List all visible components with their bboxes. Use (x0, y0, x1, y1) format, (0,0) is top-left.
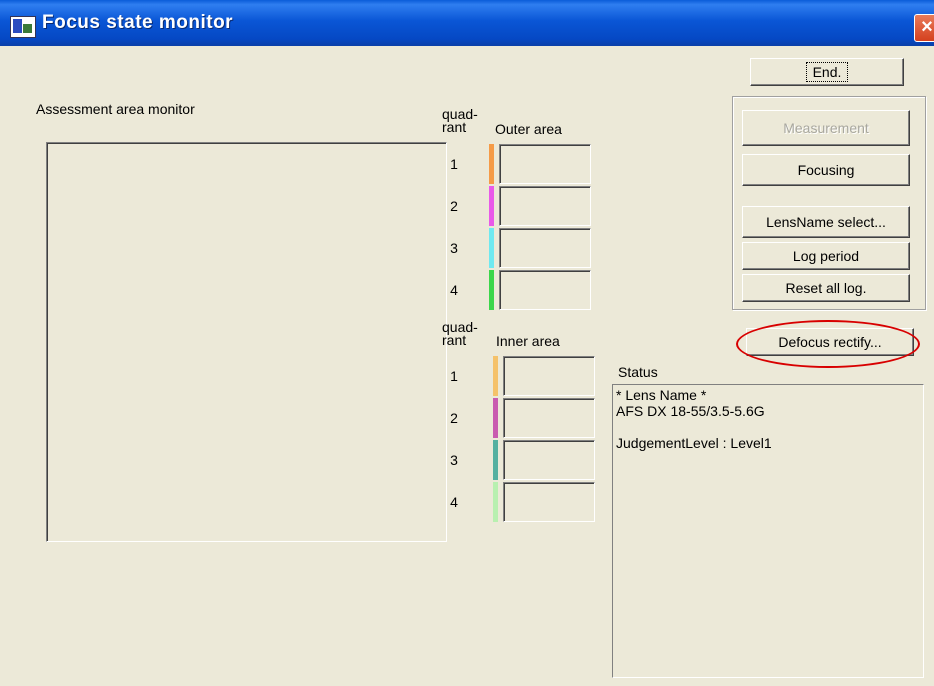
inner-quadrant-color-swatch (493, 356, 498, 396)
outer-quadrant-number: 1 (450, 156, 458, 172)
outer-quadrant-color-swatch (489, 144, 494, 184)
close-button[interactable]: × (914, 14, 934, 42)
log-period-button[interactable]: Log period (742, 242, 910, 270)
lensname-select-button[interactable]: LensName select... (742, 206, 910, 238)
inner-quadrant-number: 4 (450, 494, 458, 510)
status-label: Status (618, 364, 658, 380)
reset-all-log-button[interactable]: Reset all log. (742, 274, 910, 302)
inner-quadrant-header: quad-rant (442, 319, 478, 348)
inner-quadrant-value-box (503, 398, 595, 438)
title-bar: Focus state monitor × (0, 0, 934, 46)
window-title: Focus state monitor (42, 12, 234, 33)
outer-quadrant-number: 2 (450, 198, 458, 214)
outer-area-label: Outer area (495, 121, 562, 137)
outer-quadrant-value-box (499, 186, 591, 226)
inner-quadrant-color-swatch (493, 482, 498, 522)
inner-quadrant-color-swatch (493, 440, 498, 480)
app-icon (10, 16, 36, 38)
outer-quadrant-value-box (499, 228, 591, 268)
focusing-button[interactable]: Focusing (742, 154, 910, 186)
measurement-button[interactable]: Measurement (742, 110, 910, 146)
assessment-area-monitor (46, 142, 447, 542)
end-button[interactable]: End. (750, 58, 904, 86)
inner-quadrant-number: 3 (450, 452, 458, 468)
inner-quadrant-value-box (503, 482, 595, 522)
outer-quadrant-number: 4 (450, 282, 458, 298)
inner-quadrant-color-swatch (493, 398, 498, 438)
assessment-area-label: Assessment area monitor (36, 101, 195, 117)
inner-quadrant-value-box (503, 440, 595, 480)
outer-quadrant-value-box (499, 270, 591, 310)
inner-quadrant-value-box (503, 356, 595, 396)
inner-area-label: Inner area (496, 333, 560, 349)
outer-quadrant-color-swatch (489, 228, 494, 268)
outer-quadrant-number: 3 (450, 240, 458, 256)
outer-quadrant-header: quad-rant (442, 106, 478, 135)
defocus-rectify-button[interactable]: Defocus rectify... (746, 328, 914, 356)
outer-quadrant-color-swatch (489, 186, 494, 226)
status-box: * Lens Name * AFS DX 18-55/3.5-5.6G Judg… (612, 384, 924, 678)
outer-quadrant-value-box (499, 144, 591, 184)
dialog-body: Assessment area monitor quad-rant Outer … (6, 46, 934, 686)
inner-quadrant-number: 2 (450, 410, 458, 426)
outer-quadrant-color-swatch (489, 270, 494, 310)
inner-quadrant-number: 1 (450, 368, 458, 384)
